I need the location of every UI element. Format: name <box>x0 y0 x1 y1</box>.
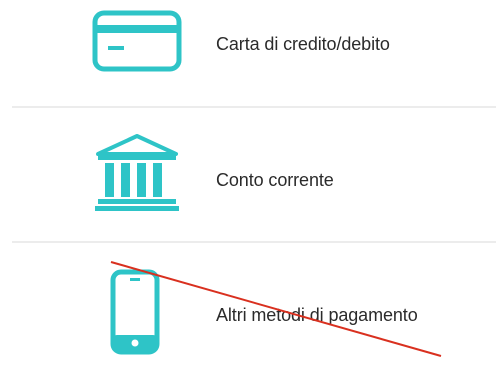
payment-option-bank-account[interactable]: Conto corrente <box>0 108 496 241</box>
payment-option-other-methods[interactable]: Altri metodi di pagamento <box>0 243 496 376</box>
payment-option-label: Altri metodi di pagamento <box>216 305 418 325</box>
credit-card-icon <box>92 10 182 72</box>
payment-option-credit-card[interactable]: Carta di credito/debito <box>0 0 496 106</box>
bank-icon <box>95 134 179 211</box>
payment-option-label: Conto corrente <box>216 170 334 190</box>
smartphone-icon <box>110 269 160 355</box>
payment-option-label: Carta di credito/debito <box>216 34 390 54</box>
